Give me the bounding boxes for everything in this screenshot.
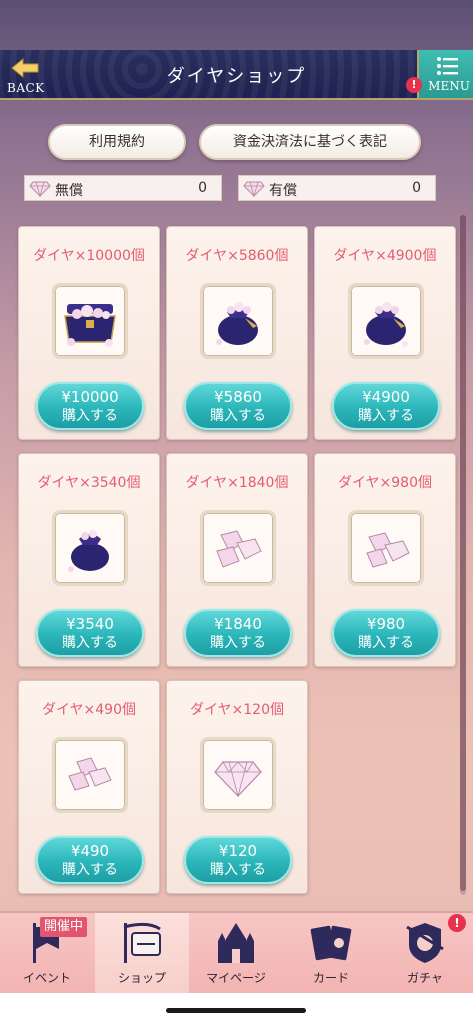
status-bar [0,0,473,50]
buy-price: ¥1840 [214,615,262,633]
product-title: ダイヤ×4900個 [333,248,437,264]
gem-pile-icon [366,532,410,568]
buy-button[interactable]: ¥10000 購入する [36,382,144,430]
nav-event[interactable]: 開催中 イベント [0,913,94,993]
buy-price: ¥10000 [61,388,119,406]
diamond-icon [243,181,265,197]
gem-bag-icon [68,530,109,572]
single-diamond-icon [214,761,262,798]
buy-price: ¥3540 [66,615,114,633]
product-card-5860[interactable]: ダイヤ×5860個 ¥5860 購入する [166,226,308,440]
product-card-1840[interactable]: ダイヤ×1840個 ¥1840 購入する [166,453,308,667]
buy-price: ¥4900 [362,388,410,406]
gem-pile-icon [216,530,262,568]
menu-label: MENU [428,79,470,93]
buy-price: ¥490 [70,842,110,860]
bottom-nav: 開催中 イベント ショップ マイページ カード ガチャ [0,911,473,993]
gem-bag-icon [364,302,408,347]
product-card-490[interactable]: ダイヤ×490個 ¥490 購入する [18,680,160,894]
product-image-frame [52,737,128,813]
product-image-frame [52,510,128,586]
terms-button[interactable]: 利用規約 [48,124,186,160]
buy-label: 購入する [210,635,266,651]
menu-alert-badge: ! [406,77,422,93]
buy-button[interactable]: ¥980 購入する [332,609,440,657]
paid-balance-label: 有償 [269,183,297,199]
menu-icon [437,57,458,75]
free-balance-label: 無償 [55,183,83,199]
payment-law-button[interactable]: 資金決済法に基づく表記 [199,124,421,160]
buy-button[interactable]: ¥490 購入する [36,836,144,884]
product-image-frame [200,737,276,813]
paid-balance-value: 0 [412,180,421,196]
product-title: ダイヤ×120個 [189,702,285,718]
buy-button[interactable]: ¥3540 購入する [36,609,144,657]
menu-button[interactable]: MENU [417,50,473,98]
diamond-icon [29,181,51,197]
product-image-frame [200,510,276,586]
buy-button[interactable]: ¥1840 購入する [184,609,292,657]
product-card-3540[interactable]: ダイヤ×3540個 ¥3540 購入する [18,453,160,667]
paid-diamond-balance: 有償 0 [238,175,436,201]
free-balance-value: 0 [198,180,207,196]
product-card-10000[interactable]: ダイヤ×10000個 ¥10000 購入する [18,226,160,440]
buy-price: ¥980 [366,615,406,633]
buy-button[interactable]: ¥120 購入する [184,836,292,884]
buy-price: ¥120 [218,842,258,860]
event-badge: 開催中 [40,917,88,937]
product-title: ダイヤ×10000個 [33,248,145,264]
product-title: ダイヤ×3540個 [37,475,141,491]
gacha-alert-badge: ! [448,914,466,932]
free-diamond-balance: 無償 0 [24,175,222,201]
nav-card[interactable]: カード [284,913,378,993]
product-card-4900[interactable]: ダイヤ×4900個 ¥4900 購入する [314,226,456,440]
buy-price: ¥5860 [214,388,262,406]
buy-label: 購入する [210,408,266,424]
buy-label: 購入する [62,408,118,424]
buy-label: 購入する [358,635,414,651]
buy-label: 購入する [62,635,118,651]
cards-icon [310,925,352,961]
nav-label: ショップ [117,971,166,985]
product-title: ダイヤ×490個 [41,702,137,718]
buy-label: 購入する [358,408,414,424]
castle-icon [218,923,254,963]
home-indicator[interactable] [166,1008,306,1013]
nav-label: マイページ [206,971,266,985]
nav-shop[interactable]: ショップ [95,913,189,993]
product-title: ダイヤ×5860個 [185,248,289,264]
nav-label: イベント [22,971,71,985]
product-title: ダイヤ×980個 [337,475,433,491]
treasure-chest-icon [64,304,116,347]
shop-sign-icon [123,922,161,963]
nav-label: ガチャ [407,971,443,985]
scrollbar-thumb[interactable] [460,215,466,891]
buy-label: 購入する [210,862,266,878]
nav-mypage[interactable]: マイページ [189,913,283,993]
gem-pile-icon [68,757,112,791]
header-bar: BACK ダイヤショップ MENU [0,50,473,100]
buy-button[interactable]: ¥4900 購入する [332,382,440,430]
product-image-frame [200,283,276,359]
product-image-frame [52,283,128,359]
gacha-shield-icon [406,923,444,963]
nav-label: カード [312,971,349,985]
product-card-980[interactable]: ダイヤ×980個 ¥980 購入する [314,453,456,667]
gem-bag-icon [216,302,258,345]
product-title: ダイヤ×1840個 [185,475,289,491]
product-card-120[interactable]: ダイヤ×120個 ¥120 購入する [166,680,308,894]
buy-button[interactable]: ¥5860 購入する [184,382,292,430]
buy-label: 購入する [62,862,118,878]
scrollbar[interactable] [460,215,466,895]
page-title: ダイヤショップ [166,66,307,87]
product-image-frame [348,283,424,359]
product-image-frame [348,510,424,586]
